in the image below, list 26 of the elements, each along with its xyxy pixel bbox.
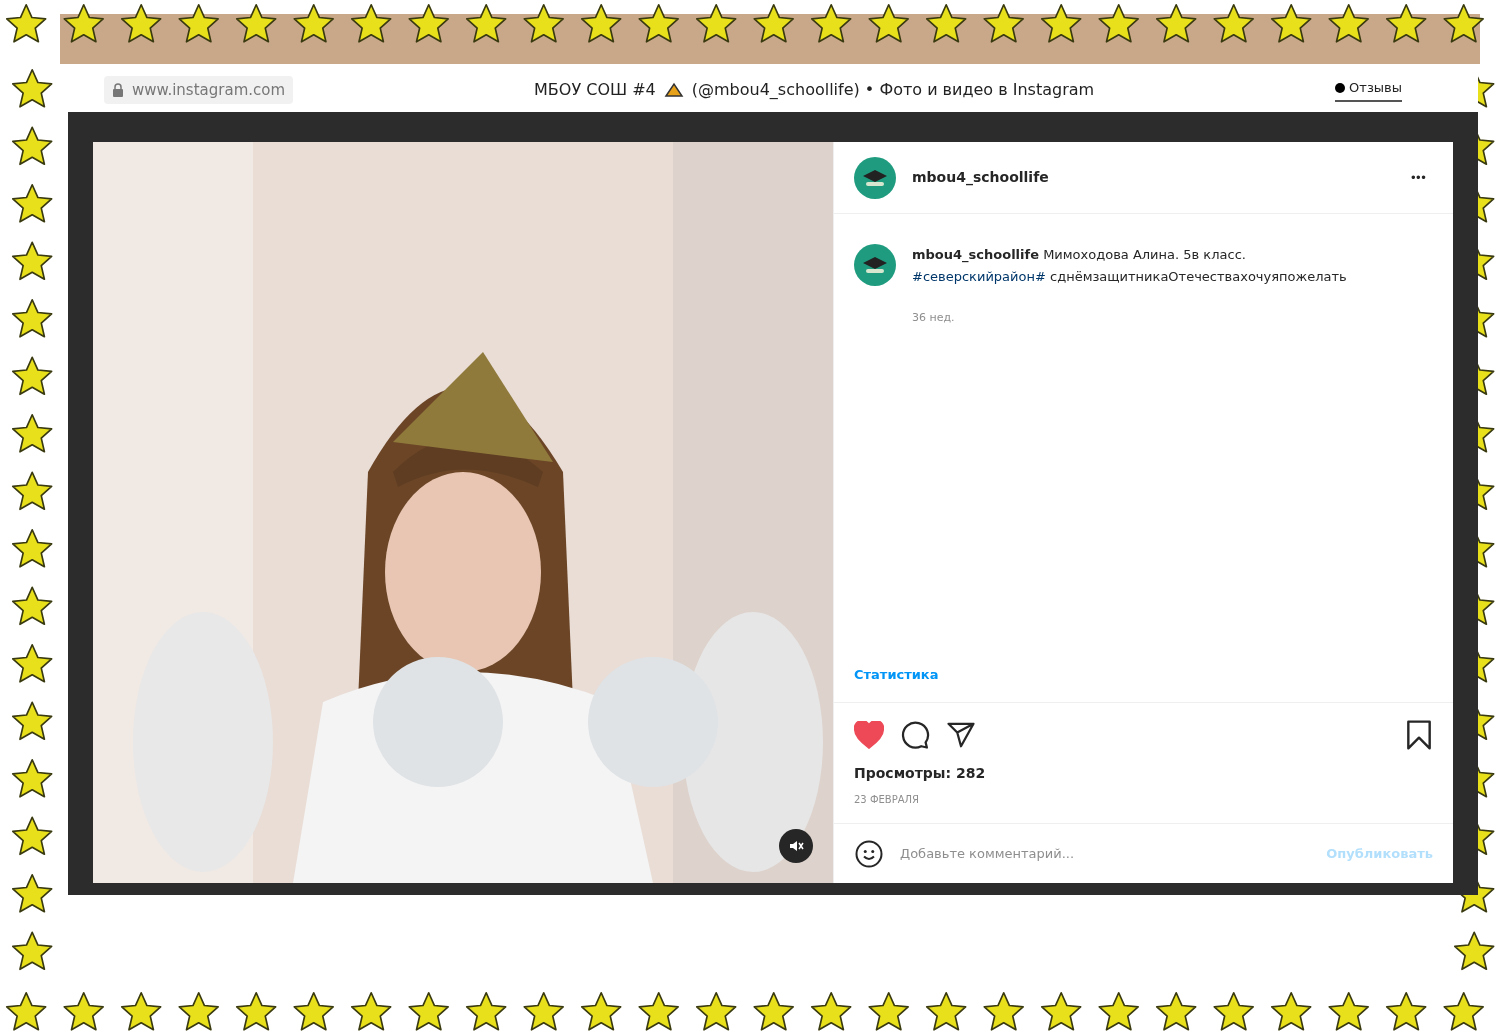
post-date: 23 ФЕВРАЛЯ	[853, 793, 921, 807]
avatar-icon[interactable]	[854, 156, 896, 199]
caption-text: mbou4_schoollife Мимоходова Алина. 5в класс. #северскийрайон# сднёмзащитникаОтечествахочуяпожелать	[912, 246, 1347, 286]
muted-speaker-icon	[788, 838, 804, 854]
lock-icon	[112, 83, 124, 97]
speech-bubble-icon	[900, 720, 930, 750]
smiley-icon[interactable]	[854, 838, 884, 869]
bookmark-icon	[1405, 719, 1433, 751]
bookmark-button[interactable]	[1405, 719, 1433, 751]
avatar-icon[interactable]	[854, 244, 896, 286]
paper-plane-icon	[946, 720, 976, 750]
page-title: МБОУ СОШ #4	[534, 79, 656, 101]
feedback-button[interactable]: Отзывы	[1335, 78, 1402, 102]
username-link[interactable]: mbou4_schoollife	[912, 167, 1394, 188]
post-age: 36 нед.	[912, 310, 956, 326]
address-bar[interactable]: www.instagram.com	[104, 76, 294, 104]
share-button[interactable]	[946, 720, 976, 750]
hashtag-link[interactable]: #северскийрайон#	[912, 269, 1046, 284]
page-title: (@mbou4_schoollife) • Фото и видео в Instagram	[691, 79, 1095, 101]
like-button[interactable]	[854, 721, 884, 749]
comment-button[interactable]	[900, 720, 930, 750]
view-count: Просмотры: 282	[853, 764, 987, 783]
more-button[interactable]: •••	[1409, 168, 1425, 187]
comment-field[interactable]: Добавьте комментарий...	[900, 843, 1311, 864]
heart-icon	[854, 721, 884, 749]
url-text: www.instagram.com	[132, 79, 286, 101]
